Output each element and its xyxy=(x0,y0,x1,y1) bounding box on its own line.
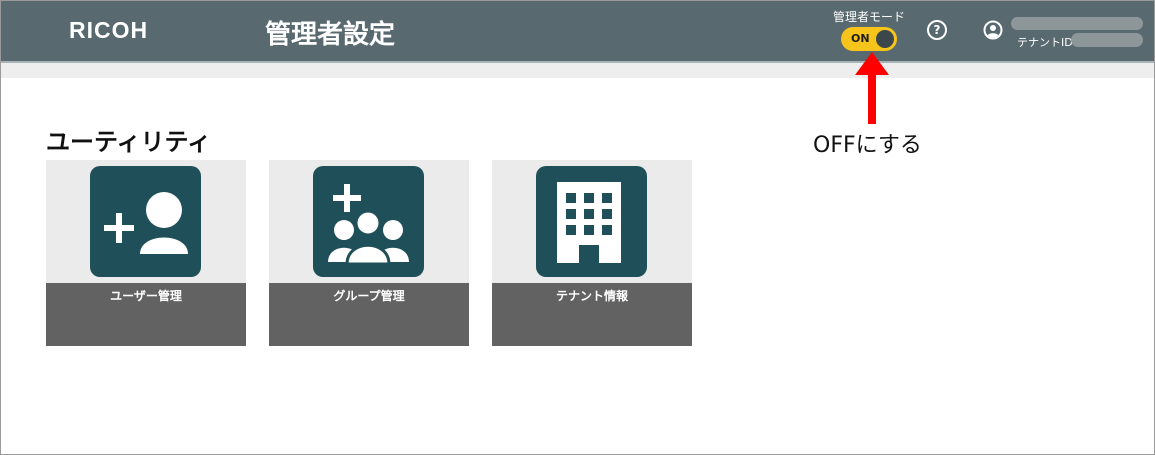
add-group-icon xyxy=(313,166,424,277)
tile-icon-area xyxy=(492,160,692,283)
admin-mode-label: 管理者モード xyxy=(833,10,906,24)
building-icon xyxy=(536,166,647,277)
tile-group-management[interactable]: グループ管理 xyxy=(269,160,469,346)
admin-mode-toggle-text: ON xyxy=(851,32,870,45)
annotation-text: OFFにする xyxy=(813,133,922,158)
tile-label-area: グループ管理 xyxy=(269,283,469,346)
help-icon[interactable]: ? xyxy=(927,20,947,40)
ricoh-logo: RICOH xyxy=(69,17,149,43)
sub-header-strip xyxy=(1,63,1154,78)
tile-label: ユーザー管理 xyxy=(110,289,182,303)
tile-label: グループ管理 xyxy=(333,289,405,303)
user-account-icon[interactable] xyxy=(983,20,1003,40)
red-arrow-up-icon xyxy=(855,52,889,124)
page-title: 管理者設定 xyxy=(265,20,396,50)
tile-label: テナント情報 xyxy=(555,289,628,303)
tile-user-management[interactable]: ユーザー管理 xyxy=(46,160,246,346)
tile-icon-area xyxy=(269,160,469,283)
tile-label-area: テナント情報 xyxy=(492,283,692,346)
section-title-utility: ユーティリティ xyxy=(46,128,212,156)
screenshot-frame: RICOH 管理者設定 管理者モード ON ? テナントID : ユーティリティ xyxy=(0,0,1155,455)
header-bar: RICOH 管理者設定 管理者モード ON ? テナントID : xyxy=(1,1,1154,61)
add-user-icon xyxy=(90,166,201,277)
tile-icon-area xyxy=(46,160,246,283)
tenant-id-redacted xyxy=(1071,33,1143,47)
user-name-redacted xyxy=(1011,17,1143,30)
tile-label-area: ユーザー管理 xyxy=(46,283,246,346)
tile-tenant-info[interactable]: テナント情報 xyxy=(492,160,692,346)
admin-mode-toggle[interactable]: ON xyxy=(841,27,897,51)
toggle-knob[interactable] xyxy=(876,30,894,48)
